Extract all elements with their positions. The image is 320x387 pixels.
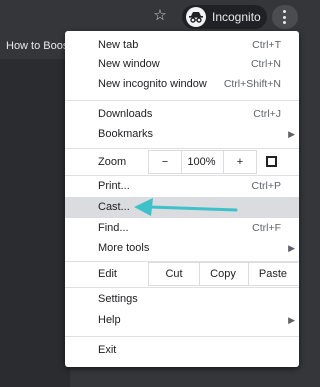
menu-separator [65, 287, 299, 288]
menu-item-help[interactable]: Help ▶ [65, 310, 299, 331]
menu-item-shortcut: Ctrl+F [252, 222, 281, 234]
submenu-arrow-icon: ▶ [288, 315, 295, 325]
submenu-arrow-icon: ▶ [288, 129, 295, 139]
zoom-out-button[interactable]: − [148, 150, 182, 174]
menu-item-label: New window [98, 58, 160, 70]
zoom-in-button[interactable]: + [223, 150, 257, 174]
menu-item-new-tab[interactable]: New tab Ctrl+T [65, 35, 299, 56]
copy-button[interactable]: Copy [198, 262, 249, 286]
menu-item-new-window[interactable]: New window Ctrl+N [65, 54, 299, 75]
menu-separator [65, 100, 299, 101]
incognito-icon [186, 7, 206, 27]
menu-item-find[interactable]: Find... Ctrl+F [65, 218, 299, 239]
chrome-main-menu: New tab Ctrl+T New window Ctrl+N New inc… [65, 31, 299, 367]
menu-item-label: New tab [98, 39, 139, 51]
menu-item-shortcut: Ctrl+J [253, 108, 281, 120]
zoom-label: Zoom [98, 156, 127, 168]
page-content-area [0, 59, 70, 387]
menu-item-settings[interactable]: Settings [65, 289, 299, 310]
menu-separator [65, 148, 299, 149]
menu-item-shortcut: Ctrl+T [252, 39, 281, 51]
menu-item-print[interactable]: Print... Ctrl+P [65, 176, 299, 197]
menu-item-label: Cast... [98, 201, 130, 213]
menu-item-label: Find... [98, 222, 129, 234]
edit-label: Edit [98, 268, 117, 280]
bookmark-item[interactable]: How to Boos [6, 34, 68, 59]
menu-item-label: Help [98, 314, 121, 326]
menu-item-shortcut: Ctrl+Shift+N [223, 78, 281, 90]
cut-button[interactable]: Cut [148, 262, 200, 286]
menu-item-label: Settings [98, 293, 138, 305]
menu-item-new-incognito-window[interactable]: New incognito window Ctrl+Shift+N [65, 74, 299, 95]
fullscreen-icon[interactable] [266, 156, 277, 167]
incognito-indicator[interactable]: Incognito [182, 5, 267, 29]
star-icon[interactable]: ☆ [152, 7, 168, 25]
submenu-arrow-icon: ▶ [288, 243, 295, 253]
menu-item-downloads[interactable]: Downloads Ctrl+J [65, 104, 299, 125]
menu-item-label: Downloads [98, 108, 153, 120]
kebab-menu-icon[interactable] [272, 5, 298, 29]
menu-item-exit[interactable]: Exit [65, 340, 299, 361]
menu-item-bookmarks[interactable]: Bookmarks ▶ [65, 124, 299, 145]
menu-item-cast[interactable]: Cast... [65, 197, 299, 218]
menu-item-label: New incognito window [98, 78, 207, 90]
menu-item-label: More tools [98, 242, 150, 254]
menu-item-more-tools[interactable]: More tools ▶ [65, 238, 299, 259]
menu-edit-row: Edit Cut Copy Paste [65, 262, 299, 286]
zoom-level: 100% [180, 150, 223, 174]
menu-item-shortcut: Ctrl+N [250, 58, 281, 70]
incognito-label: Incognito [212, 10, 261, 24]
menu-item-label: Print... [98, 180, 130, 192]
bookmark-bar: How to Boos [0, 34, 70, 59]
menu-item-shortcut: Ctrl+P [251, 180, 281, 192]
browser-toolbar: ☆ Incognito [0, 0, 303, 34]
menu-separator [65, 336, 299, 337]
menu-item-label: Exit [98, 344, 117, 356]
menu-item-label: Bookmarks [98, 128, 154, 140]
paste-button[interactable]: Paste [248, 262, 298, 286]
menu-zoom-row: Zoom − 100% + [65, 150, 299, 174]
